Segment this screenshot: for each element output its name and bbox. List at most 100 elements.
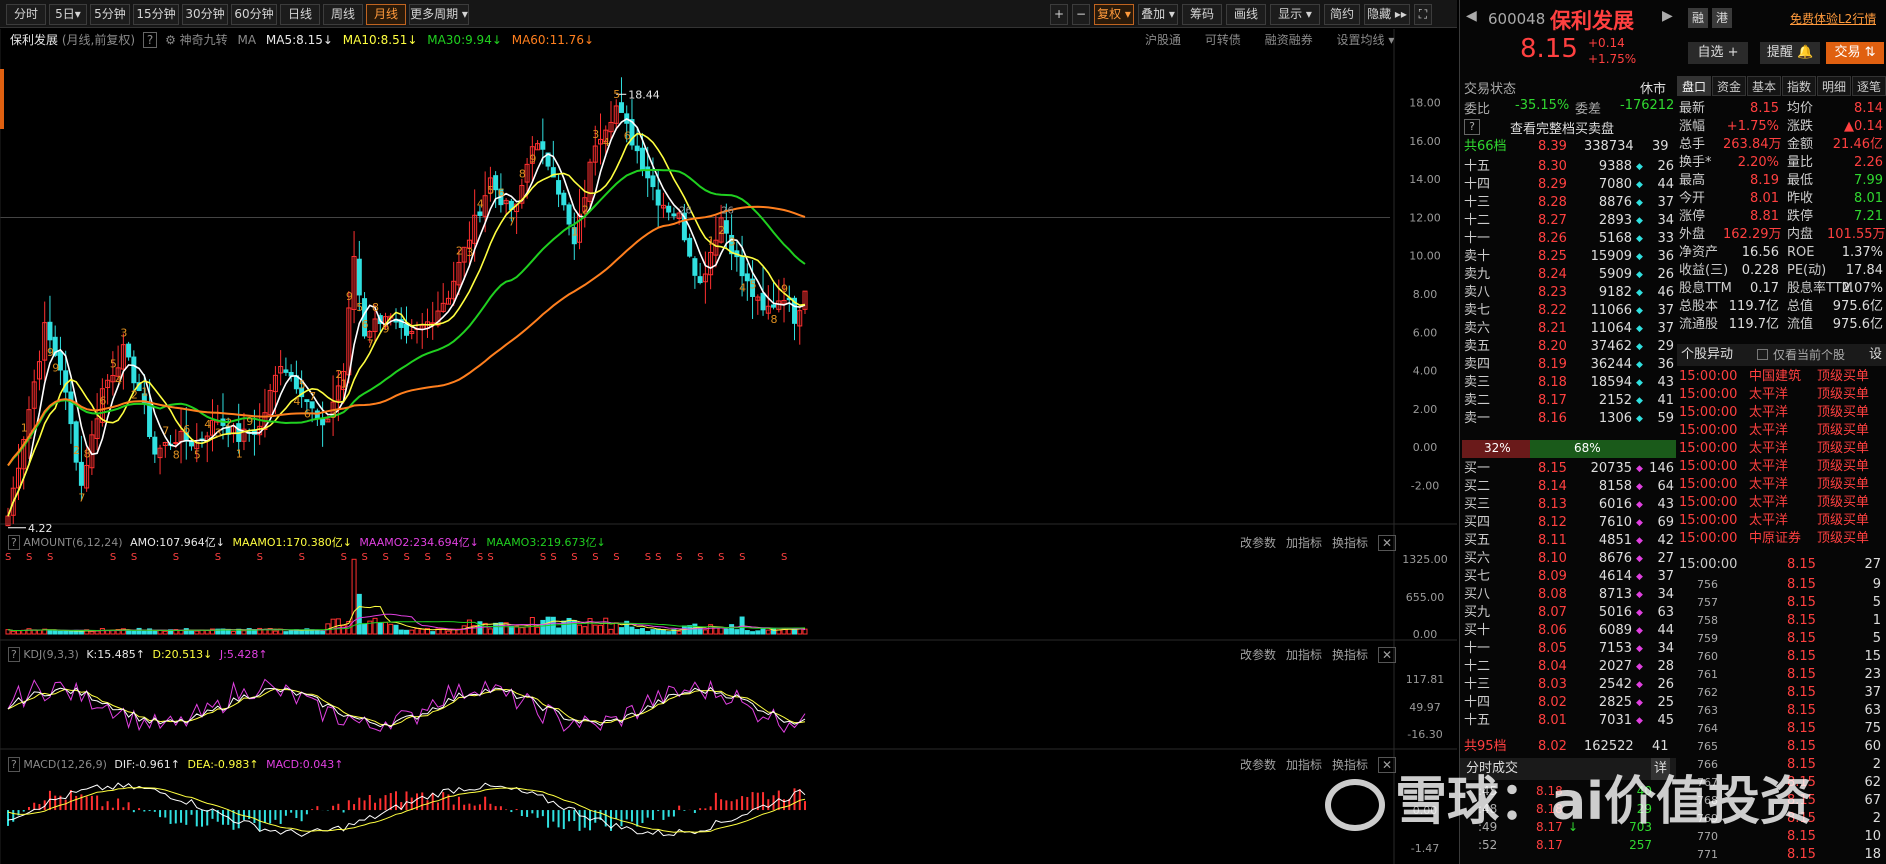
full-orderbook-link[interactable]: 查看完整档买卖盘 (1510, 118, 1614, 137)
bid-row[interactable]: 买四 8.12 7610 ◆ 69 (1462, 514, 1676, 532)
prev-stock-icon[interactable]: ◀ (1466, 8, 1477, 24)
toolbar-right-0-button[interactable]: + (1050, 4, 1068, 25)
panel-action-2-button[interactable]: 换指标 (1332, 758, 1368, 772)
bid-row[interactable]: 买三 8.13 6016 ◆ 43 (1462, 496, 1676, 514)
ask-row[interactable]: 卖五 8.20 37462 ◆ 29 (1462, 338, 1676, 356)
panel-action-2-button[interactable]: 换指标 (1332, 648, 1368, 662)
ask-row[interactable]: 卖四 8.19 36244 ◆ 36 (1462, 356, 1676, 374)
toolbar-right-9-button[interactable]: ⛶ (1414, 4, 1432, 25)
help-icon[interactable]: ? (142, 32, 158, 48)
period-4-button[interactable]: 30分钟 (182, 4, 228, 25)
tab-0[interactable]: 盘口 (1677, 76, 1711, 96)
trade-button[interactable]: 交易 ⇅ (1826, 42, 1884, 64)
bid-row[interactable]: 买二 8.14 8158 ◆ 64 (1462, 478, 1676, 496)
tab-3[interactable]: 指数 (1782, 76, 1816, 96)
period-9-button[interactable]: 更多周期 ▾ (409, 4, 469, 25)
period-5-button[interactable]: 60分钟 (231, 4, 277, 25)
alerts-settings-button[interactable]: 设 (1869, 344, 1882, 366)
toolbar-right-7-button[interactable]: 简约 (1324, 4, 1360, 25)
ask-row[interactable]: 十三 8.28 8876 ◆ 37 (1462, 194, 1676, 212)
chart-canvas[interactable]: 18.0016.0014.0012.0010.008.006.004.002.0… (0, 29, 1457, 864)
macd-help-icon[interactable]: ? (8, 757, 20, 772)
close-panel-icon[interactable]: ✕ (1378, 535, 1397, 551)
alert-row[interactable]: 15:00:00 太平洋 顶级买单 (1677, 440, 1885, 458)
alert-row[interactable]: 15:00:00 太平洋 顶级买单 (1677, 494, 1885, 512)
link-set-ma[interactable]: 设置均线 ▾ (1337, 33, 1395, 47)
panel-action-1-button[interactable]: 加指标 (1286, 758, 1322, 772)
close-panel-icon[interactable]: ✕ (1378, 757, 1397, 773)
alert-button[interactable]: 提醒 🔔 (1760, 42, 1820, 64)
only-current-checkbox[interactable] (1757, 349, 1768, 360)
bid-row[interactable]: 买十 8.06 6089 ◆ 44 (1462, 622, 1676, 640)
add-watchlist-button[interactable]: 自选 + (1688, 42, 1748, 64)
ask-row[interactable]: 卖六 8.21 11064 ◆ 37 (1462, 320, 1676, 338)
toolbar-right-1-button[interactable]: − (1072, 4, 1090, 25)
bid-row[interactable]: 十五 8.01 7031 ◆ 45 (1462, 712, 1676, 730)
panel-action-0-button[interactable]: 改参数 (1240, 648, 1276, 662)
ask-row[interactable]: 十五 8.30 9388 ◆ 26 (1462, 158, 1676, 176)
settings-icon[interactable]: ⚙ (165, 33, 176, 47)
close-panel-icon[interactable]: ✕ (1378, 647, 1397, 663)
tab-4[interactable]: 明细 (1817, 76, 1851, 96)
alert-row[interactable]: 15:00:00 中原证券 顶级买单 (1677, 530, 1885, 548)
alert-row[interactable]: 15:00:00 太平洋 顶级买单 (1677, 404, 1885, 422)
orderbook-help-icon[interactable]: ? (1464, 119, 1480, 135)
alert-row[interactable]: 15:00:00 太平洋 顶级买单 (1677, 458, 1885, 476)
alert-row[interactable]: 15:00:00 太平洋 顶级买单 (1677, 476, 1885, 494)
bid-row[interactable]: 十一 8.05 7153 ◆ 34 (1462, 640, 1676, 658)
period-0-button[interactable]: 分时 (6, 4, 46, 25)
panel-action-0-button[interactable]: 改参数 (1240, 536, 1276, 550)
alert-row[interactable]: 15:00:00 中国建筑 顶级买单 (1677, 368, 1885, 386)
toolbar-right-4-button[interactable]: 筹码 (1182, 4, 1222, 25)
panel-action-0-button[interactable]: 改参数 (1240, 758, 1276, 772)
period-8-button[interactable]: 月线 (366, 4, 406, 25)
toolbar-right-3-button[interactable]: 叠加 ▾ (1138, 4, 1178, 25)
bid-row[interactable]: 十二 8.04 2027 ◆ 28 (1462, 658, 1676, 676)
period-7-button[interactable]: 周线 (323, 4, 363, 25)
panel-action-2-button[interactable]: 换指标 (1332, 536, 1368, 550)
ask-row[interactable]: 卖三 8.18 18594 ◆ 43 (1462, 374, 1676, 392)
toolbar-right-5-button[interactable]: 画线 (1226, 4, 1266, 25)
kdj-help-icon[interactable]: ? (8, 647, 20, 662)
ask-row[interactable]: 十四 8.29 7080 ◆ 44 (1462, 176, 1676, 194)
ask-row[interactable]: 卖八 8.23 9182 ◆ 46 (1462, 284, 1676, 302)
tab-5[interactable]: 逐笔 (1852, 76, 1886, 96)
tab-2[interactable]: 基本 (1747, 76, 1781, 96)
bid-row[interactable]: 买一 8.15 20735 ◆ 146 (1462, 460, 1676, 478)
ask-row[interactable]: 十一 8.26 5168 ◆ 33 (1462, 230, 1676, 248)
ask-row[interactable]: 卖九 8.24 5909 ◆ 26 (1462, 266, 1676, 284)
ask-row[interactable]: 十二 8.27 2893 ◆ 34 (1462, 212, 1676, 230)
ask-row[interactable]: 卖十 8.25 15909 ◆ 36 (1462, 248, 1676, 266)
panel-action-1-button[interactable]: 加指标 (1286, 536, 1322, 550)
alert-row[interactable]: 15:00:00 太平洋 顶级买单 (1677, 512, 1885, 530)
indicator-name[interactable]: 神奇九转 (180, 33, 228, 47)
free-l2-link[interactable]: 免费体验L2行情 (1790, 10, 1876, 27)
panel-action-1-button[interactable]: 加指标 (1286, 648, 1322, 662)
next-stock-icon[interactable]: ▶ (1662, 8, 1673, 24)
bid-row[interactable]: 买六 8.10 8676 ◆ 27 (1462, 550, 1676, 568)
link-convertible[interactable]: 可转债 (1205, 33, 1241, 47)
period-2-button[interactable]: 5分钟 (90, 4, 130, 25)
bid-row[interactable]: 买九 8.07 5016 ◆ 63 (1462, 604, 1676, 622)
period-1-button[interactable]: 5日▾ (49, 4, 87, 25)
alert-row[interactable]: 15:00:00 太平洋 顶级买单 (1677, 386, 1885, 404)
alert-row[interactable]: 15:00:00 太平洋 顶级买单 (1677, 422, 1885, 440)
link-margin[interactable]: 融资融券 (1265, 33, 1313, 47)
period-6-button[interactable]: 日线 (280, 4, 320, 25)
toolbar-right-8-button[interactable]: 隐藏 ▸▸ (1364, 4, 1410, 25)
bid-row[interactable]: 买八 8.08 8713 ◆ 34 (1462, 586, 1676, 604)
bid-row[interactable]: 十三 8.03 2542 ◆ 26 (1462, 676, 1676, 694)
bid-row[interactable]: 买七 8.09 4614 ◆ 37 (1462, 568, 1676, 586)
ask-row[interactable]: 卖一 8.16 1306 ◆ 59 (1462, 410, 1676, 428)
link-hgt[interactable]: 沪股通 (1145, 33, 1181, 47)
toolbar-right-6-button[interactable]: 显示 ▾ (1270, 4, 1320, 25)
kline-chart-area[interactable]: 18.00 16.00 14.00 12.00 10.00 8.00 6.00 4.00 2.0… (0, 29, 1457, 864)
bid-row[interactable]: 十四 8.02 2825 ◆ 25 (1462, 694, 1676, 712)
toolbar-right-2-button[interactable]: 复权 ▾ (1094, 4, 1134, 25)
volume-help-icon[interactable]: ? (8, 535, 20, 550)
ask-row[interactable]: 卖二 8.17 2152 ◆ 41 (1462, 392, 1676, 410)
period-3-button[interactable]: 15分钟 (133, 4, 179, 25)
bid-row[interactable]: 买五 8.11 4851 ◆ 42 (1462, 532, 1676, 550)
tab-1[interactable]: 资金 (1712, 76, 1746, 96)
ask-row[interactable]: 卖七 8.22 11066 ◆ 37 (1462, 302, 1676, 320)
